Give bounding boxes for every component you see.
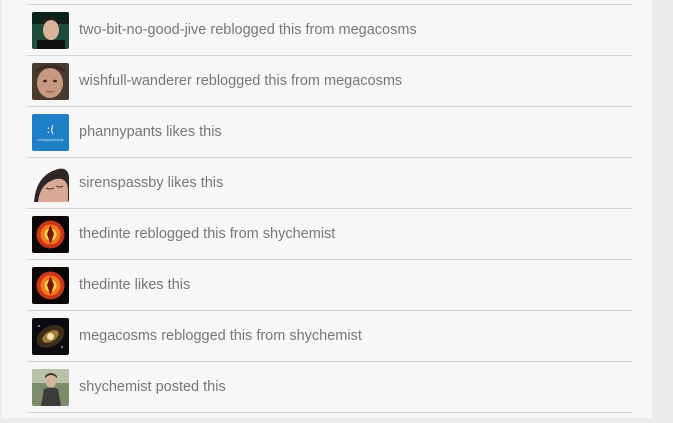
note-item: two-bit-no-good-jive reblogged this from… [27, 4, 632, 55]
note-username-link[interactable]: sirenspassby [79, 175, 164, 191]
note-username-link[interactable]: phannypants [79, 124, 162, 140]
note-text: shychemist posted this [79, 379, 226, 395]
note-text: wishfull-wanderer reblogged this from me… [79, 73, 402, 89]
note-text: phannypants likes this [79, 124, 222, 140]
avatar-man-face-icon[interactable] [32, 62, 69, 100]
avatar-blue-emoticon-icon[interactable]: :( unhappyalmosts [32, 113, 69, 151]
notes-panel: two-bit-no-good-jive reblogged this from… [2, 0, 652, 418]
notes-list: two-bit-no-good-jive reblogged this from… [27, 4, 632, 413]
avatar-phoenix-icon[interactable] [32, 266, 69, 304]
note-action: posted this [155, 379, 226, 395]
note-source-link[interactable]: shychemist [289, 328, 362, 344]
note-item: thedinte likes this [27, 259, 632, 310]
note-action: reblogged this from [161, 328, 286, 344]
avatar-man-dark-icon[interactable] [32, 11, 69, 49]
note-source-link[interactable]: megacosms [339, 22, 417, 38]
note-action: likes this [134, 277, 191, 293]
note-action: likes this [167, 175, 224, 191]
note-username-link[interactable]: thedinte [79, 277, 131, 293]
note-action: likes this [166, 124, 222, 140]
note-text: thedinte reblogged this from shychemist [79, 226, 335, 242]
note-text: megacosms reblogged this from shychemist [79, 328, 362, 344]
note-username-link[interactable]: thedinte [79, 226, 131, 242]
note-item: :( unhappyalmosts phannypants likes this [27, 106, 632, 157]
note-action: reblogged this from [210, 22, 335, 38]
note-item: sirenspassby likes this [27, 157, 632, 208]
note-source-link[interactable]: megacosms [324, 73, 402, 89]
avatar-galaxy-icon[interactable] [32, 317, 69, 355]
note-text: sirenspassby likes this [79, 175, 223, 191]
note-username-link[interactable]: wishfull-wanderer [79, 73, 192, 89]
avatar-phoenix-icon[interactable] [32, 215, 69, 253]
note-item: thedinte reblogged this from shychemist [27, 208, 632, 259]
scroll-gutter [652, 0, 673, 423]
note-text: two-bit-no-good-jive reblogged this from… [79, 22, 417, 38]
note-source-link[interactable]: shychemist [263, 226, 336, 242]
note-action: reblogged this from [134, 226, 259, 242]
note-username-link[interactable]: shychemist [79, 379, 152, 395]
note-item: shychemist posted this [27, 361, 632, 413]
note-username-link[interactable]: two-bit-no-good-jive [79, 22, 206, 38]
note-item: wishfull-wanderer reblogged this from me… [27, 55, 632, 106]
note-username-link[interactable]: megacosms [79, 328, 157, 344]
avatar-sleeping-face-icon[interactable] [32, 164, 69, 202]
avatar-man-outdoor-icon[interactable] [32, 368, 69, 406]
note-action: reblogged this from [195, 73, 320, 89]
avatar-subtext: unhappyalmosts [37, 138, 64, 142]
avatar-text: :( [47, 123, 55, 136]
note-item: megacosms reblogged this from shychemist [27, 310, 632, 361]
note-text: thedinte likes this [79, 277, 190, 293]
